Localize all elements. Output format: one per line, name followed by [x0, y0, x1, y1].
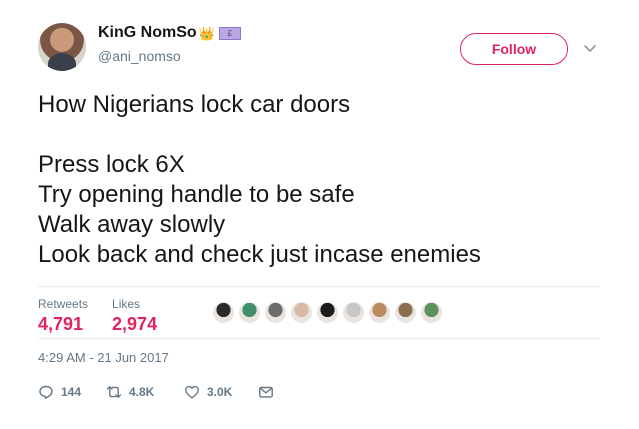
direct-message-action[interactable] [258, 384, 274, 400]
likes-label: Likes [112, 297, 141, 311]
name-row: KinG NomSo 👑 £ [98, 24, 241, 42]
tweet-actions: 144 4.8K 3.0K [38, 384, 274, 400]
user-avatar[interactable] [38, 23, 86, 71]
heart-icon [185, 385, 199, 399]
liker-avatar[interactable] [368, 301, 391, 324]
tweet-card: KinG NomSo 👑 £ @ani_nomso Follow How Nig… [0, 0, 639, 429]
divider-middle [38, 338, 600, 339]
retweet-action[interactable]: 4.8K [106, 384, 184, 400]
reply-icon [39, 385, 53, 399]
pound-banknote-emoji-icon: £ [218, 26, 241, 40]
like-action[interactable]: 3.0K [184, 384, 258, 400]
divider-top [38, 286, 600, 287]
display-name[interactable]: KinG NomSo [98, 24, 197, 42]
likes-count: 2,974 [112, 314, 158, 334]
liker-avatar[interactable] [342, 301, 365, 324]
like-count: 3.0K [207, 385, 233, 399]
retweets-count: 4,791 [38, 314, 84, 334]
user-handle[interactable]: @ani_nomso [98, 48, 181, 64]
liker-avatars [212, 301, 443, 324]
tweet-stats: Retweets 4,791 Likes 2,974 [38, 297, 157, 335]
liker-avatar[interactable] [290, 301, 313, 324]
retweets-label: Retweets [38, 297, 89, 311]
liker-avatar[interactable] [264, 301, 287, 324]
retweet-count: 4.8K [129, 385, 155, 399]
reply-action[interactable]: 144 [38, 384, 106, 400]
liker-avatar[interactable] [394, 301, 417, 324]
liker-avatar[interactable] [316, 301, 339, 324]
crown-emoji-icon: 👑 [198, 25, 215, 41]
follow-button[interactable]: Follow [460, 33, 568, 65]
tweet-timestamp[interactable]: 4:29 AM - 21 Jun 2017 [38, 350, 169, 365]
retweet-icon [106, 386, 122, 398]
retweets-stat[interactable]: Retweets 4,791 [38, 297, 88, 335]
likes-stat[interactable]: Likes 2,974 [112, 297, 157, 335]
reply-count: 144 [61, 385, 82, 399]
liker-avatar[interactable] [238, 301, 261, 324]
envelope-icon [259, 386, 273, 398]
chevron-down-icon[interactable] [582, 40, 598, 56]
tweet-text: How Nigerians lock car doors Press lock … [38, 91, 481, 268]
liker-avatar[interactable] [212, 301, 235, 324]
liker-avatar[interactable] [420, 301, 443, 324]
